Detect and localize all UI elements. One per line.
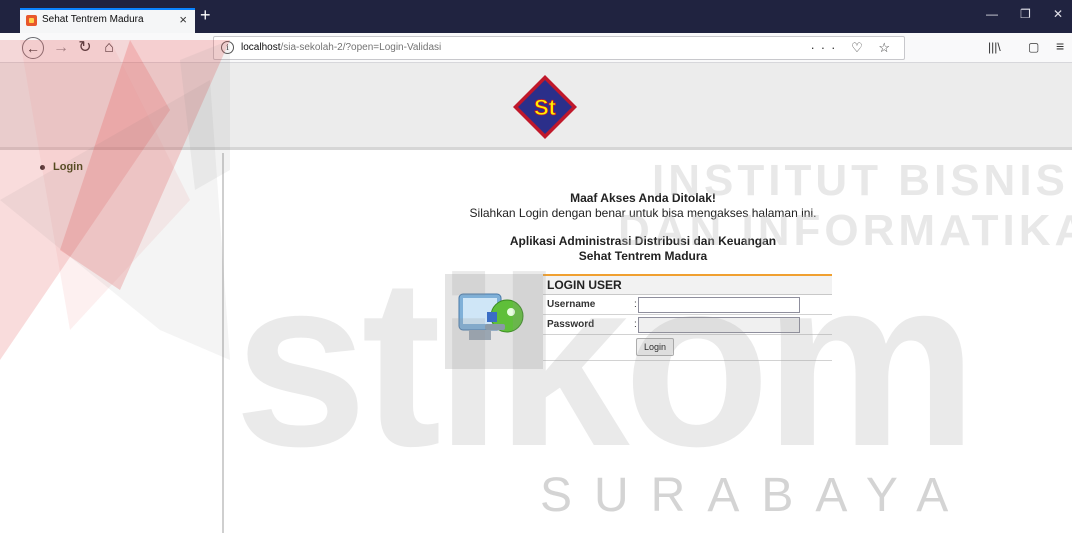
url-bar[interactable]: i localhost/sia-sekolah-2/?open=Login-Va… xyxy=(213,36,905,60)
access-denied-title: Maaf Akses Anda Ditolak! xyxy=(570,191,716,205)
bullet-icon xyxy=(40,164,45,170)
site-header: St xyxy=(0,63,1072,150)
reload-button[interactable]: ↻ xyxy=(76,37,94,59)
password-row: Password : xyxy=(543,315,832,335)
tab-close-icon[interactable]: × xyxy=(179,12,187,27)
page-content: St Login Maaf Akses Anda Ditolak! Silahk… xyxy=(0,63,1072,533)
login-button-row: Login xyxy=(543,335,832,361)
sidebar-toggle-icon[interactable]: ▢ xyxy=(1028,40,1039,54)
sidebar-menu: Login xyxy=(40,161,83,173)
tab-bar: Sehat Tentrem Madura × + — ❐ ✕ xyxy=(0,0,1072,33)
username-row: Username : xyxy=(543,295,832,315)
browser-tab[interactable]: Sehat Tentrem Madura × xyxy=(20,8,195,33)
url-host: localhost xyxy=(241,42,281,53)
close-window-button[interactable]: ✕ xyxy=(1053,7,1063,21)
logo-text: St xyxy=(534,95,557,120)
site-info-icon[interactable]: i xyxy=(221,41,234,54)
browser-window: Sehat Tentrem Madura × + — ❐ ✕ ← → ↻ ⌂ i… xyxy=(0,0,1072,533)
key-monitor-icon xyxy=(458,293,524,340)
home-button[interactable]: ⌂ xyxy=(100,37,118,59)
username-label: Username xyxy=(547,299,596,310)
app-title: Aplikasi Administrasi Distribusi dan Keu… xyxy=(509,234,777,248)
sidebar-item-label: Login xyxy=(53,161,83,173)
menu-icon[interactable]: ≡ xyxy=(1056,38,1064,54)
site-logo: St xyxy=(513,75,577,139)
sidebar-item-login[interactable]: Login xyxy=(40,161,83,173)
restore-button[interactable]: ❐ xyxy=(1020,7,1031,21)
tab-title: Sehat Tentrem Madura xyxy=(42,14,144,25)
username-colon: : xyxy=(634,299,637,310)
password-colon: : xyxy=(634,319,637,330)
username-input[interactable] xyxy=(638,297,800,313)
navigation-bar: ← → ↻ ⌂ i localhost/sia-sekolah-2/?open=… xyxy=(0,33,1072,63)
back-button[interactable]: ← xyxy=(22,37,44,59)
access-denied-message: Silahkan Login dengan benar untuk bisa m… xyxy=(469,206,817,220)
password-input[interactable] xyxy=(638,317,800,333)
favicon-icon xyxy=(26,15,37,26)
password-label: Password xyxy=(547,319,595,330)
forward-button[interactable]: → xyxy=(52,37,70,59)
login-panel: LOGIN USER Username : Password : Login xyxy=(543,274,832,369)
login-button[interactable]: Login xyxy=(636,338,674,356)
app-subtitle: Sehat Tentrem Madura xyxy=(578,249,708,263)
login-box: LOGIN USER Username : Password : Login xyxy=(445,274,832,369)
login-heading: LOGIN USER xyxy=(543,276,832,295)
url-path: /sia-sekolah-2/?open=Login-Validasi xyxy=(280,42,442,53)
login-image xyxy=(445,274,543,369)
library-icon[interactable]: |||\ xyxy=(988,40,1001,54)
minimize-button[interactable]: — xyxy=(986,7,998,21)
url-text[interactable]: localhost/sia-sekolah-2/?open=Login-Vali… xyxy=(241,42,441,53)
new-tab-button[interactable]: + xyxy=(200,6,211,24)
page-actions-icons[interactable]: ··· ♡ ☆ xyxy=(810,40,896,56)
